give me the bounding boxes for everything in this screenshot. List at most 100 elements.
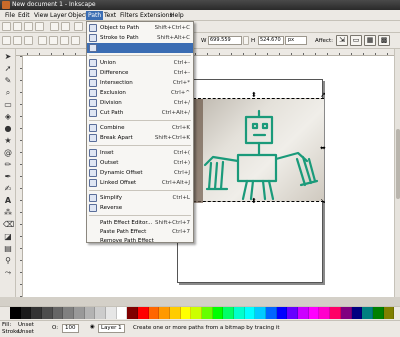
menu-item-linked-offset[interactable]: Linked Offset Ctrl+Alt+J: [87, 178, 193, 188]
fill-value[interactable]: Unset: [18, 322, 34, 329]
width-field[interactable]: 699.559: [208, 36, 242, 45]
calligraphy-tool-icon[interactable]: ✍: [3, 184, 13, 194]
menu-item-union[interactable]: Union Ctrl+-: [87, 58, 193, 68]
menu-item-simplify[interactable]: Simplify Ctrl+L: [87, 193, 193, 203]
menu-item-break-apart[interactable]: Break Apart Shift+Ctrl+K: [87, 133, 193, 143]
tweak-tool-icon[interactable]: ✎: [3, 76, 13, 86]
vertical-scrollbar[interactable]: [394, 49, 400, 297]
palette-swatch[interactable]: [170, 307, 181, 319]
undo-icon[interactable]: [74, 22, 83, 31]
menu-item-difference[interactable]: Difference Ctrl+-: [87, 68, 193, 78]
3d-box-tool-icon[interactable]: ◈: [3, 112, 13, 122]
palette-swatch[interactable]: [159, 307, 171, 319]
scale-stroke-icon[interactable]: ⇲: [336, 35, 348, 46]
menu-filters[interactable]: Filters: [118, 11, 140, 20]
menu-text[interactable]: Text: [102, 11, 118, 20]
palette-swatch[interactable]: [340, 307, 352, 319]
palette-swatch[interactable]: [84, 307, 96, 319]
palette-swatch[interactable]: [266, 307, 277, 319]
palette-swatch[interactable]: [351, 307, 363, 319]
new-document-icon[interactable]: [2, 22, 11, 31]
palette-swatch[interactable]: [116, 307, 128, 319]
scale-handle-top[interactable]: ⬍: [251, 92, 257, 99]
menu-path[interactable]: Path: [86, 11, 104, 20]
rotate-cw-icon[interactable]: [49, 36, 58, 45]
scale-handle-bottom[interactable]: ⬍: [251, 198, 257, 205]
spiral-tool-icon[interactable]: @: [3, 148, 13, 158]
scrollbar-thumb[interactable]: [396, 129, 400, 199]
menu-item-reverse[interactable]: Reverse: [87, 203, 193, 213]
selector-tool-icon[interactable]: ➤: [3, 52, 13, 62]
palette-swatch[interactable]: [362, 307, 373, 319]
horizontal-ruler[interactable]: [16, 49, 394, 56]
menu-item-stroke-to-path[interactable]: Stroke to Path Shift+Alt+C: [87, 33, 193, 43]
menu-item-outset[interactable]: Outset Ctrl+): [87, 158, 193, 168]
gradient-tool-icon[interactable]: ▤: [3, 244, 13, 254]
connector-tool-icon[interactable]: ⤳: [3, 268, 13, 278]
height-field[interactable]: 524.670: [258, 36, 284, 45]
scale-handle-top-right[interactable]: ↗: [320, 92, 326, 99]
transform-patterns-icon[interactable]: ▩: [378, 35, 390, 46]
robot-drawing-bitmap[interactable]: [193, 98, 324, 203]
menu-item-intersection[interactable]: Intersection Ctrl+*: [87, 78, 193, 88]
menu-help[interactable]: Help: [168, 11, 186, 20]
palette-swatch[interactable]: [223, 307, 235, 319]
menu-item-remove-path-effect[interactable]: Remove Path Effect: [87, 236, 193, 246]
export-icon[interactable]: [61, 22, 70, 31]
palette-swatch[interactable]: [95, 307, 107, 319]
palette-swatch[interactable]: [298, 307, 309, 319]
menu-item-division[interactable]: Division Ctrl+/: [87, 98, 193, 108]
zoom-tool-icon[interactable]: ⌕: [3, 88, 13, 98]
import-icon[interactable]: [50, 22, 59, 31]
eye-icon[interactable]: ◉: [90, 324, 95, 331]
palette-swatch[interactable]: [138, 307, 149, 319]
ellipse-tool-icon[interactable]: ●: [3, 124, 13, 134]
palette-swatch[interactable]: [287, 307, 299, 319]
menu-item-trace-bitmap[interactable]: [87, 43, 193, 53]
palette-swatch[interactable]: [20, 307, 32, 319]
scale-corners-icon[interactable]: ▭: [350, 35, 362, 46]
pen-tool-icon[interactable]: ✒: [3, 172, 13, 182]
save-icon[interactable]: [24, 22, 33, 31]
palette-swatch[interactable]: [52, 307, 64, 319]
vertical-ruler[interactable]: [16, 56, 23, 297]
palette-swatch[interactable]: [212, 307, 224, 319]
palette-swatch[interactable]: [372, 307, 384, 319]
eraser-tool-icon[interactable]: ⌫: [3, 220, 14, 230]
menu-item-cut-path[interactable]: Cut Path Ctrl+Alt+/: [87, 108, 193, 118]
rectangle-tool-icon[interactable]: ▭: [3, 100, 13, 110]
palette-swatch[interactable]: [255, 307, 267, 319]
palette-swatch[interactable]: [127, 307, 139, 319]
palette-swatch[interactable]: [10, 307, 21, 319]
paint-bucket-tool-icon[interactable]: ◪: [3, 232, 13, 242]
dropper-tool-icon[interactable]: ⚲: [3, 256, 13, 266]
menu-item-combine[interactable]: Combine Ctrl+K: [87, 123, 193, 133]
star-tool-icon[interactable]: ★: [3, 136, 13, 146]
scale-handle-bottom-right[interactable]: ↘: [320, 198, 326, 205]
menu-file[interactable]: File: [3, 11, 17, 20]
menu-item-inset[interactable]: Inset Ctrl+(: [87, 148, 193, 158]
palette-swatch[interactable]: [74, 307, 85, 319]
palette-swatch[interactable]: [202, 307, 213, 319]
palette-swatch[interactable]: [106, 307, 117, 319]
pencil-tool-icon[interactable]: ✏: [3, 160, 13, 170]
layer-select[interactable]: Layer 1: [98, 324, 125, 333]
menu-item-object-to-path[interactable]: Object to Path Shift+Ctrl+C: [87, 23, 193, 33]
menu-item-dynamic-offset[interactable]: Dynamic Offset Ctrl+J: [87, 168, 193, 178]
select-all-layers-icon[interactable]: [13, 36, 22, 45]
lock-ratio-icon[interactable]: [243, 36, 249, 45]
palette-swatch[interactable]: [319, 307, 331, 319]
palette-swatch[interactable]: [148, 307, 160, 319]
flip-vertical-icon[interactable]: [71, 36, 80, 45]
palette-swatch[interactable]: [63, 307, 75, 319]
menu-edit[interactable]: Edit: [16, 11, 32, 20]
text-tool-icon[interactable]: A: [3, 196, 13, 206]
palette-swatch[interactable]: [191, 307, 203, 319]
palette-swatch[interactable]: [383, 307, 395, 319]
transform-gradients-icon[interactable]: ▦: [364, 35, 376, 46]
print-icon[interactable]: [35, 22, 44, 31]
select-all-icon[interactable]: [2, 36, 11, 45]
palette-swatch[interactable]: [244, 307, 256, 319]
opacity-field[interactable]: 100: [62, 324, 79, 333]
open-icon[interactable]: [13, 22, 22, 31]
